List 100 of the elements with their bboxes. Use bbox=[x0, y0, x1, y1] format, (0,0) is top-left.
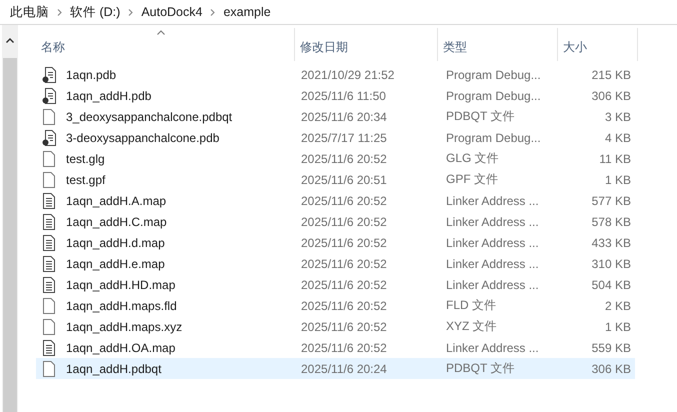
file-name: 1aqn_addH.C.map bbox=[66, 214, 167, 228]
chevron-icon bbox=[57, 8, 62, 16]
text-document-icon bbox=[41, 234, 57, 250]
file-row[interactable]: 1aqn.pdb 2021/10/29 21:52 Program Debug... 215 KB bbox=[36, 64, 635, 85]
file-type: Linker Address ... bbox=[445, 194, 540, 208]
breadcrumb-item[interactable]: 软件 (D:) bbox=[70, 4, 120, 20]
file-name: test.glg bbox=[66, 152, 105, 166]
file-name: 1aqn.pdb bbox=[66, 68, 116, 82]
chevron-icon bbox=[128, 8, 134, 16]
file-name: 1aqn_addH.A.map bbox=[66, 194, 166, 208]
blank-document-icon bbox=[41, 318, 57, 334]
text-document-icon bbox=[41, 256, 57, 272]
file-type: Linker Address ... bbox=[445, 340, 540, 354]
file-type: PDBQT 文件 bbox=[445, 108, 516, 125]
file-type: Linker Address ... bbox=[445, 256, 540, 270]
file-size: 1 KB bbox=[604, 320, 632, 334]
file-size: 306 KB bbox=[590, 362, 632, 376]
file-size: 11 KB bbox=[598, 152, 632, 166]
column-header[interactable]: 名称 bbox=[36, 28, 295, 60]
text-document-icon bbox=[41, 276, 57, 292]
sort-caret-icon bbox=[157, 30, 165, 34]
file-row[interactable]: 1aqn_addH.OA.map 2025/11/6 20:52 Linker Address ... 559 KB bbox=[36, 337, 635, 358]
file-type: GLG 文件 bbox=[445, 150, 500, 167]
file-type: Program Debug... bbox=[445, 130, 542, 144]
file-size: 4 KB bbox=[604, 130, 632, 144]
modified-date: 2025/11/6 20:52 bbox=[300, 256, 388, 270]
file-name: 3-deoxysappanchalcone.pdb bbox=[66, 130, 220, 144]
file-size: 433 KB bbox=[590, 236, 632, 250]
file-size: 1 KB bbox=[604, 172, 632, 186]
file-size: 306 KB bbox=[590, 88, 632, 102]
file-row[interactable]: 1aqn_addH.maps.xyz 2025/11/6 20:52 XYZ 文件 1 KB bbox=[36, 316, 635, 337]
chevron-icon bbox=[210, 8, 216, 16]
file-row[interactable]: 1aqn_addH.A.map 2025/11/6 20:52 Linker Address ... 577 KB bbox=[36, 190, 635, 211]
blank-document-icon bbox=[41, 360, 57, 376]
modified-date: 2025/11/6 20:24 bbox=[300, 362, 388, 376]
file-type: Linker Address ... bbox=[445, 278, 540, 292]
file-type: GPF 文件 bbox=[445, 171, 500, 188]
breadcrumb-item[interactable]: 此电脑 bbox=[10, 4, 49, 20]
modified-date: 2025/11/6 20:52 bbox=[300, 340, 388, 354]
modified-date: 2025/11/6 11:50 bbox=[300, 88, 387, 102]
file-name: 1aqn_addH.maps.fld bbox=[66, 298, 177, 312]
blank-document-icon bbox=[41, 172, 57, 188]
file-row[interactable]: 1aqn_addH.maps.fld 2025/11/6 20:52 FLD 文件 2 KB bbox=[36, 295, 635, 316]
file-row[interactable]: 1aqn_addH.pdb 2025/11/6 11:50 Program Debug... 306 KB bbox=[36, 85, 635, 106]
breadcrumb-item[interactable]: example bbox=[223, 5, 271, 19]
file-row[interactable]: 1aqn_addH.C.map 2025/11/6 20:52 Linker Address ... 578 KB bbox=[36, 211, 635, 232]
file-name: 3_deoxysappanchalcone.pdbqt bbox=[66, 110, 232, 124]
text-document-icon bbox=[41, 214, 57, 230]
blank-document-icon bbox=[41, 298, 57, 314]
file-row[interactable]: 3_deoxysappanchalcone.pdbqt 2025/11/6 20:34 PDBQT 文件 3 KB bbox=[36, 106, 635, 127]
file-row[interactable]: test.glg 2025/11/6 20:52 GLG 文件 11 KB bbox=[36, 148, 635, 169]
breadcrumb-item[interactable]: AutoDock4 bbox=[141, 5, 202, 19]
file-size: 577 KB bbox=[590, 194, 632, 208]
file-size: 504 KB bbox=[590, 278, 632, 292]
file-size: 578 KB bbox=[590, 214, 632, 228]
file-type: Program Debug... bbox=[445, 88, 542, 102]
modified-date: 2025/11/6 20:52 bbox=[300, 214, 388, 228]
blank-document-icon bbox=[41, 108, 57, 124]
modified-date: 2025/7/17 11:25 bbox=[300, 130, 388, 144]
modified-date: 2025/11/6 20:51 bbox=[300, 172, 388, 186]
file-size: 559 KB bbox=[590, 340, 632, 354]
file-size: 215 KB bbox=[590, 68, 632, 82]
file-row[interactable]: 1aqn_addH.e.map 2025/11/6 20:52 Linker Address ... 310 KB bbox=[36, 253, 635, 274]
file-name: 1aqn_addH.d.map bbox=[66, 236, 165, 250]
file-row[interactable]: test.gpf 2025/11/6 20:51 GPF 文件 1 KB bbox=[36, 169, 635, 190]
blank-document-icon bbox=[41, 150, 57, 166]
file-name: 1aqn_addH.OA.map bbox=[66, 340, 176, 354]
modified-date: 2025/11/6 20:52 bbox=[300, 298, 388, 312]
text-document-icon bbox=[41, 192, 57, 208]
file-size: 3 KB bbox=[604, 110, 632, 124]
column-header[interactable]: 修改日期 bbox=[295, 28, 438, 60]
file-type: PDBQT 文件 bbox=[445, 360, 516, 377]
file-name: 1aqn_addH.e.map bbox=[66, 256, 165, 270]
file-size: 2 KB bbox=[604, 298, 632, 312]
modified-date: 2025/11/6 20:52 bbox=[300, 152, 388, 166]
file-name: 1aqn_addH.pdbqt bbox=[66, 362, 162, 376]
text-document-icon bbox=[41, 340, 57, 356]
file-row[interactable]: 1aqn_addH.d.map 2025/11/6 20:52 Linker Address ... 433 KB bbox=[36, 232, 635, 253]
file-size: 310 KB bbox=[590, 256, 632, 270]
file-row[interactable]: 3-deoxysappanchalcone.pdb 2025/7/17 11:25 Program Debug... 4 KB bbox=[36, 127, 635, 148]
file-type: FLD 文件 bbox=[445, 297, 498, 314]
file-name: 1aqn_addH.pdb bbox=[66, 88, 152, 102]
column-header[interactable]: 类型 bbox=[438, 28, 558, 60]
file-row[interactable]: 1aqn_addH.HD.map 2025/11/6 20:52 Linker Address ... 504 KB bbox=[36, 274, 635, 295]
modified-date: 2021/10/29 21:52 bbox=[300, 68, 396, 82]
file-name: test.gpf bbox=[66, 172, 106, 186]
file-name: 1aqn_addH.maps.xyz bbox=[66, 320, 182, 334]
column-header[interactable]: 大小 bbox=[558, 28, 638, 60]
modified-date: 2025/11/6 20:52 bbox=[300, 194, 388, 208]
scroll-up-icon[interactable] bbox=[6, 38, 14, 43]
modified-date: 2025/11/6 20:52 bbox=[300, 278, 388, 292]
file-type: Linker Address ... bbox=[445, 236, 540, 250]
scrollbar[interactable] bbox=[2, 25, 18, 412]
file-row[interactable]: 1aqn_addH.pdbqt 2025/11/6 20:24 PDBQT 文件 306 KB bbox=[36, 358, 635, 379]
file-type: XYZ 文件 bbox=[445, 318, 498, 335]
file-type: Linker Address ... bbox=[445, 214, 540, 228]
file-type: Program Debug... bbox=[445, 68, 542, 82]
modified-date: 2025/11/6 20:34 bbox=[300, 110, 388, 124]
scrollbar-thumb[interactable] bbox=[3, 58, 17, 412]
modified-date: 2025/11/6 20:52 bbox=[300, 320, 388, 334]
